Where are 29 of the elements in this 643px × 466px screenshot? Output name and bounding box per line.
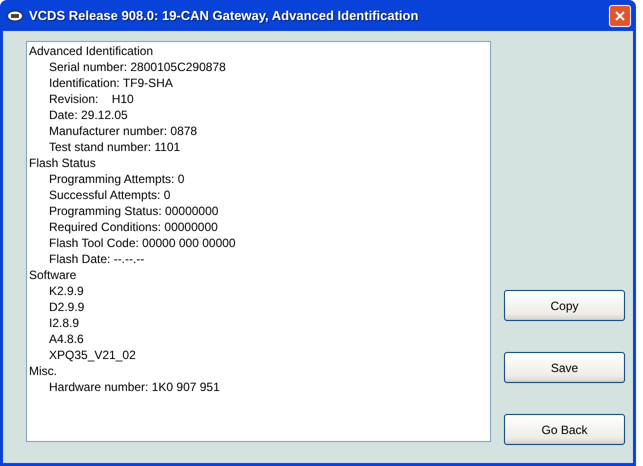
info-line: Programming Status: 00000000 bbox=[48, 203, 220, 219]
info-line: K2.9.9 bbox=[48, 283, 85, 299]
info-line: Identification: TF9-SHA bbox=[48, 75, 174, 91]
info-line: Flash Tool Code: 00000 000 00000 bbox=[48, 235, 237, 251]
window-title: VCDS Release 908.0: 19-CAN Gateway, Advanced Identification bbox=[29, 8, 420, 23]
close-icon bbox=[614, 10, 626, 22]
info-line: Flash Date: --.--.-- bbox=[48, 251, 146, 267]
action-button[interactable]: Copy bbox=[504, 290, 625, 321]
action-button[interactable]: Go Back bbox=[504, 414, 625, 445]
info-line: Manufacturer number: 0878 bbox=[48, 123, 198, 139]
info-line: Revision: H10 bbox=[48, 91, 135, 107]
info-line: Date: 29.12.05 bbox=[48, 107, 129, 123]
info-line: Programming Attempts: 0 bbox=[48, 171, 186, 187]
app-icon bbox=[7, 10, 23, 22]
info-line: Successful Attempts: 0 bbox=[48, 187, 172, 203]
info-line: Test stand number: 1101 bbox=[48, 139, 182, 155]
info-line: A4.8.6 bbox=[48, 331, 85, 347]
action-button[interactable]: Save bbox=[504, 352, 625, 383]
info-line: D2.9.9 bbox=[48, 299, 86, 315]
section-heading: Misc. bbox=[29, 363, 58, 379]
info-line: XPQ35_V21_02 bbox=[48, 347, 137, 363]
section-heading: Flash Status bbox=[29, 155, 97, 171]
section-heading: Software bbox=[29, 267, 78, 283]
info-line: Hardware number: 1K0 907 951 bbox=[48, 379, 221, 395]
info-line: Serial number: 2800105C290878 bbox=[48, 59, 227, 75]
info-line: I2.8.9 bbox=[48, 315, 80, 331]
info-line: Required Conditions: 00000000 bbox=[48, 219, 219, 235]
section-heading: Advanced Identification bbox=[29, 43, 154, 59]
close-button[interactable] bbox=[609, 4, 631, 26]
